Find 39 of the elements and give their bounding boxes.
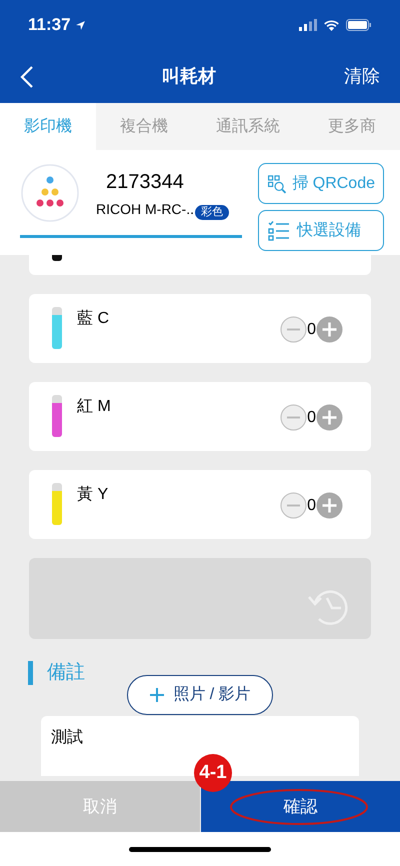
tab[interactable]: 複合機 <box>96 103 192 150</box>
plus-icon[interactable] <box>316 316 343 343</box>
device-model: RICOH M-RC-.. <box>96 200 194 218</box>
quick-select-button[interactable]: 快選設備 <box>258 210 384 251</box>
page-title: 叫耗材 <box>162 65 216 88</box>
plus-icon[interactable] <box>316 492 343 519</box>
ink-name: 黃 Y <box>77 484 110 505</box>
ink-name: 紅 M <box>77 397 112 417</box>
tab[interactable]: 更多商 <box>304 103 400 150</box>
ink-dots-icon <box>20 163 80 223</box>
status-time: 11:37 <box>28 14 71 36</box>
minus-icon[interactable] <box>280 492 308 519</box>
photo-video-floating-button[interactable]: 照片 / 影片 <box>127 675 273 715</box>
scan-qrcode-button[interactable]: 掃 QRCode <box>258 163 384 204</box>
location-icon <box>74 20 86 30</box>
signal-icon <box>299 19 317 31</box>
plus-icon[interactable] <box>316 404 343 431</box>
wifi-icon <box>323 19 340 31</box>
confirm-button[interactable]: 確認 <box>201 781 400 832</box>
tab[interactable]: 通訊系統 <box>192 103 304 150</box>
heading-accent-bar <box>28 661 33 686</box>
ink-tube-icon <box>52 307 62 349</box>
notes-heading: 備註 <box>47 661 85 685</box>
ink-name: 藍 C <box>77 308 110 329</box>
clear-button[interactable]: 清除 <box>344 63 380 90</box>
minus-icon[interactable] <box>280 316 308 343</box>
color-badge: 彩色 <box>195 204 229 220</box>
plus-icon <box>149 687 166 703</box>
ink-tube-icon <box>52 395 62 437</box>
quantity: 0 <box>307 320 316 340</box>
back-icon[interactable] <box>20 64 34 88</box>
minus-icon[interactable] <box>280 404 308 431</box>
quantity: 0 <box>307 496 316 516</box>
ink-tube-icon <box>52 483 62 525</box>
checklist-icon <box>267 218 291 242</box>
battery-icon <box>346 19 372 31</box>
device-number: 2173344 <box>106 170 185 194</box>
quantity: 0 <box>307 408 316 428</box>
tab[interactable]: 影印機 <box>0 103 96 150</box>
